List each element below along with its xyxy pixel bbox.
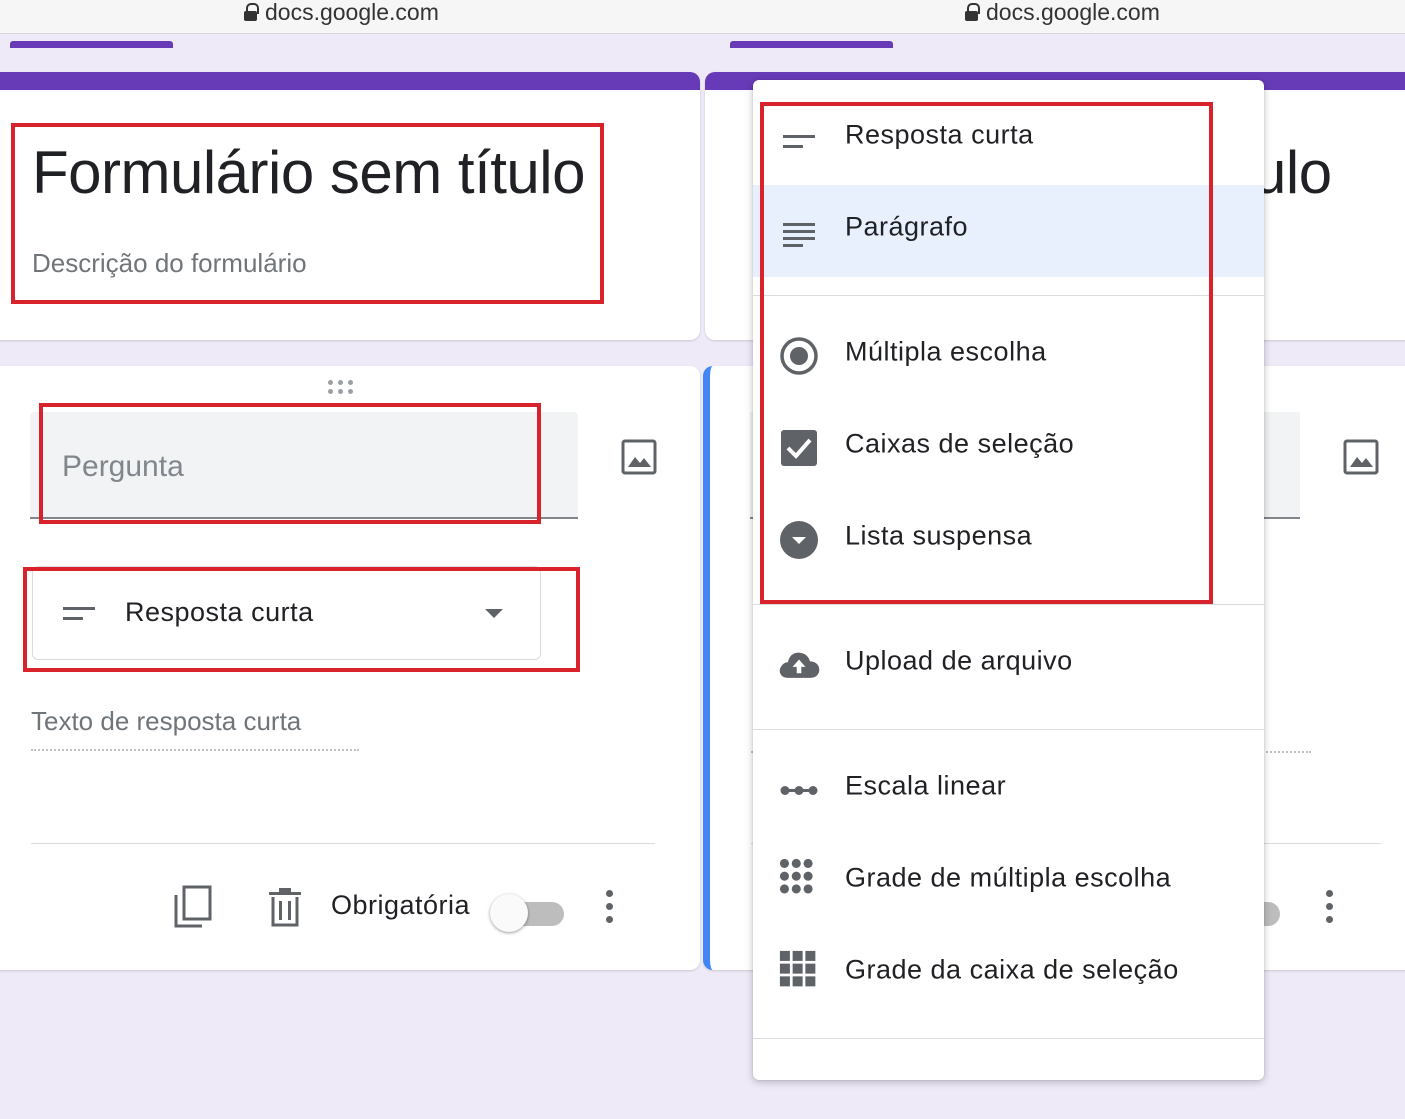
linear-scale-icon — [780, 786, 818, 795]
short-answer-placeholder: Texto de resposta curta — [31, 706, 359, 751]
footer-divider — [31, 843, 655, 844]
form-title-partial[interactable]: ulo — [1253, 138, 1332, 207]
menu-item-label: Lista suspensa — [845, 520, 1033, 551]
address-bar[interactable]: docs.google.com — [703, 0, 1405, 34]
short-answer-icon — [63, 607, 95, 620]
question-input[interactable]: Pergunta — [30, 412, 578, 519]
dot-grid-icon — [779, 858, 813, 894]
url-display[interactable]: docs.google.com — [965, 0, 1160, 24]
add-image-icon[interactable] — [621, 439, 657, 475]
menu-item-escala-linear[interactable]: Escala linear — [753, 744, 1264, 836]
menu-item-grade-multipla-escolha[interactable]: Grade de múltipla escolha — [753, 836, 1264, 928]
question-type-label: Resposta curta — [125, 597, 314, 627]
question-type-select[interactable]: Resposta curta — [32, 566, 541, 660]
menu-item-label: Resposta curta — [845, 119, 1034, 150]
paragraph-icon — [783, 223, 815, 247]
form-title[interactable]: Formulário sem título — [32, 138, 586, 207]
toggle-knob — [490, 894, 528, 932]
menu-item-label: Parágrafo — [845, 211, 969, 242]
menu-item-multipla-escolha[interactable]: Múltipla escolha — [753, 310, 1264, 402]
lock-icon — [244, 3, 259, 21]
question-placeholder: Pergunta — [62, 450, 184, 483]
question-type-menu[interactable]: Resposta curta Parágrafo Múltipla escolh… — [753, 80, 1264, 1080]
menu-item-upload-de-arquivo[interactable]: Upload de arquivo — [753, 619, 1264, 711]
url-text: docs.google.com — [265, 0, 439, 25]
more-options-icon[interactable] — [604, 890, 614, 924]
lock-icon — [965, 3, 980, 21]
menu-item-paragrafo[interactable]: Parágrafo — [753, 185, 1264, 277]
add-image-icon[interactable] — [1343, 439, 1379, 475]
required-label: Obrigatória — [331, 890, 471, 920]
duplicate-icon[interactable] — [173, 885, 213, 929]
drag-handle-icon[interactable] — [328, 380, 358, 396]
menu-item-label: Múltipla escolha — [845, 336, 1047, 367]
square-grid-icon — [779, 950, 816, 987]
dropdown-icon — [780, 521, 818, 559]
menu-divider — [753, 729, 1264, 730]
chevron-down-icon — [485, 609, 503, 618]
menu-divider — [753, 295, 1264, 296]
menu-divider — [753, 1038, 1264, 1039]
short-answer-icon — [783, 135, 815, 148]
active-tab-indicator — [10, 41, 173, 48]
radio-button-icon — [780, 337, 818, 375]
address-bar[interactable]: docs.google.com — [0, 0, 703, 34]
required-toggle[interactable] — [490, 894, 564, 932]
question-card[interactable]: Pergunta Resposta curta Texto de respost… — [0, 366, 700, 970]
active-tab-indicator — [730, 41, 893, 48]
form-title-card: Formulário sem título Descrição do formu… — [0, 72, 700, 340]
menu-item-label: Upload de arquivo — [845, 645, 1073, 676]
more-options-icon[interactable] — [1324, 890, 1334, 924]
checkbox-icon — [781, 430, 817, 466]
menu-item-label: Grade da caixa de seleção — [845, 954, 1179, 985]
menu-item-resposta-curta[interactable]: Resposta curta — [753, 93, 1264, 185]
menu-item-label: Grade de múltipla escolha — [845, 862, 1172, 893]
menu-item-caixas-de-selecao[interactable]: Caixas de seleção — [753, 402, 1264, 494]
url-text: docs.google.com — [986, 0, 1160, 25]
menu-item-label: Caixas de seleção — [845, 428, 1075, 459]
left-screenshot-pane: docs.google.com Formulário sem título De… — [0, 0, 703, 1119]
menu-item-grade-caixa-de-selecao[interactable]: Grade da caixa de seleção — [753, 928, 1264, 1020]
cloud-upload-icon — [779, 652, 820, 678]
delete-icon[interactable] — [268, 887, 302, 927]
menu-divider — [753, 604, 1264, 605]
menu-item-lista-suspensa[interactable]: Lista suspensa — [753, 494, 1264, 586]
url-display[interactable]: docs.google.com — [244, 0, 439, 24]
form-description[interactable]: Descrição do formulário — [32, 248, 307, 279]
menu-item-label: Escala linear — [845, 770, 1007, 801]
